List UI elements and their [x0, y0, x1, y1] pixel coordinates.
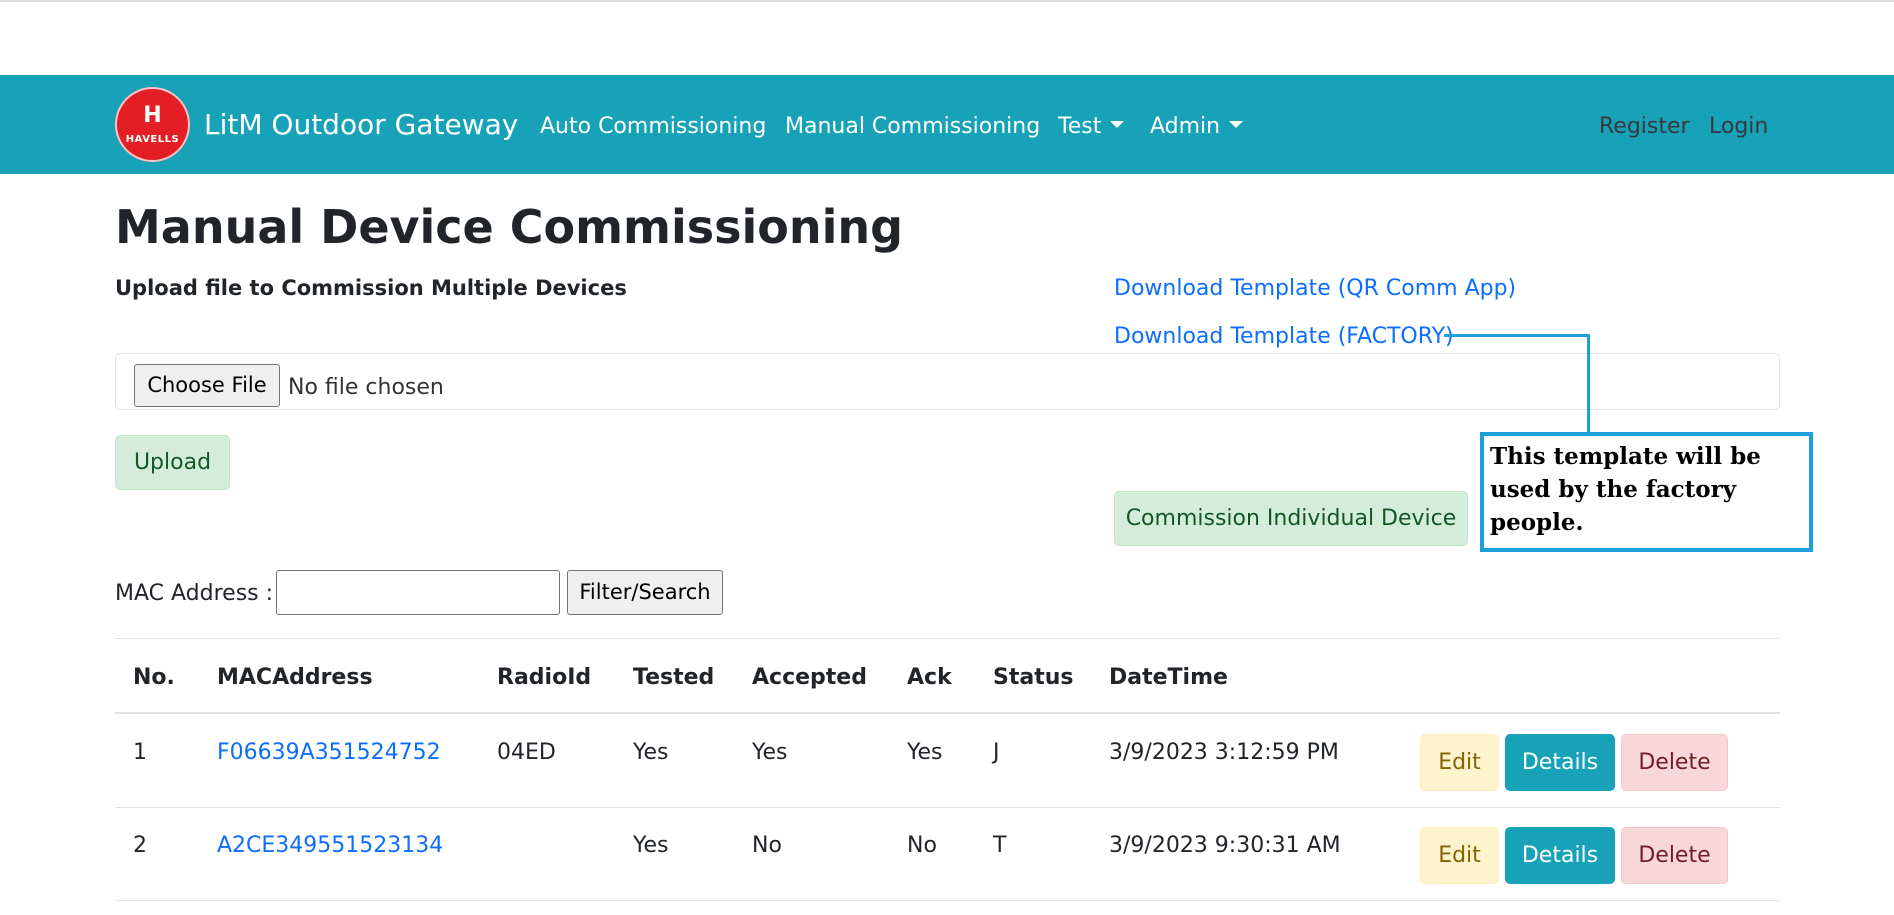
- choose-file-button[interactable]: Choose File: [134, 364, 280, 407]
- table-header-border: [115, 712, 1780, 714]
- column-header-mac: MACAddress: [217, 665, 373, 690]
- nav-admin-dropdown[interactable]: Admin: [1150, 114, 1244, 139]
- delete-button[interactable]: Delete: [1621, 827, 1728, 884]
- chevron-down-icon: [1229, 121, 1244, 128]
- navbar: H HAVELLS LitM Outdoor Gateway Auto Comm…: [0, 75, 1894, 174]
- commission-individual-device-button[interactable]: Commission Individual Device: [1114, 491, 1468, 546]
- upload-button[interactable]: Upload: [115, 435, 230, 490]
- chevron-down-icon: [1110, 121, 1125, 128]
- row-ack: No: [907, 833, 937, 858]
- annotation-callout: This template will be used by the factor…: [1480, 432, 1813, 552]
- row-status: J: [993, 740, 1000, 765]
- row-divider: [115, 900, 1780, 901]
- row-divider: [115, 807, 1780, 808]
- row-datetime: 3/9/2023 9:30:31 AM: [1109, 833, 1341, 858]
- column-header-ack: Ack: [907, 665, 952, 690]
- column-header-no: No.: [133, 665, 175, 690]
- mac-address-input[interactable]: [276, 570, 560, 615]
- mac-address-link[interactable]: A2CE349551523134: [217, 833, 443, 858]
- nav-auto-commissioning[interactable]: Auto Commissioning: [540, 114, 766, 139]
- havells-logo[interactable]: H HAVELLS: [115, 87, 190, 162]
- delete-button[interactable]: Delete: [1621, 734, 1728, 791]
- details-button[interactable]: Details: [1505, 734, 1615, 791]
- nav-test-label: Test: [1058, 114, 1102, 139]
- row-tested: Yes: [633, 740, 669, 765]
- brand-link[interactable]: LitM Outdoor Gateway: [204, 108, 518, 141]
- row-radioid: 04ED: [497, 740, 556, 765]
- upload-subtitle: Upload file to Commission Multiple Devic…: [115, 276, 627, 300]
- page-title: Manual Device Commissioning: [115, 200, 904, 254]
- mac-address-label: MAC Address :: [115, 581, 274, 606]
- row-accepted: No: [752, 833, 782, 858]
- file-upload-field: Choose File No file chosen: [115, 353, 1780, 410]
- row-no: 2: [133, 833, 147, 858]
- nav-admin-label: Admin: [1150, 114, 1221, 139]
- row-status: T: [993, 833, 1007, 858]
- filter-search-button[interactable]: Filter/Search: [567, 570, 723, 615]
- edit-button[interactable]: Edit: [1420, 734, 1499, 791]
- register-link[interactable]: Register: [1599, 114, 1690, 139]
- no-file-chosen-text: No file chosen: [288, 375, 444, 400]
- download-template-factory-link[interactable]: Download Template (FACTORY): [1114, 324, 1454, 349]
- annotation-connector-horizontal: [1444, 334, 1590, 337]
- download-template-qr-link[interactable]: Download Template (QR Comm App): [1114, 276, 1516, 301]
- column-header-tested: Tested: [633, 665, 715, 690]
- row-datetime: 3/9/2023 3:12:59 PM: [1109, 740, 1339, 765]
- column-header-radioid: RadioId: [497, 665, 592, 690]
- havells-logo-text: HAVELLS: [125, 134, 180, 145]
- nav-manual-commissioning[interactable]: Manual Commissioning: [785, 114, 1040, 139]
- table-top-border: [115, 638, 1780, 639]
- row-tested: Yes: [633, 833, 669, 858]
- mac-address-link[interactable]: F06639A351524752: [217, 740, 441, 765]
- row-no: 1: [133, 740, 147, 765]
- row-ack: Yes: [907, 740, 943, 765]
- login-link[interactable]: Login: [1709, 114, 1768, 139]
- row-accepted: Yes: [752, 740, 788, 765]
- annotation-connector-vertical: [1587, 334, 1590, 434]
- havells-logo-mark: H: [143, 103, 162, 128]
- details-button[interactable]: Details: [1505, 827, 1615, 884]
- top-border: [0, 0, 1894, 2]
- column-header-datetime: DateTime: [1109, 665, 1228, 690]
- nav-test-dropdown[interactable]: Test: [1058, 114, 1125, 139]
- column-header-accepted: Accepted: [752, 665, 867, 690]
- column-header-status: Status: [993, 665, 1074, 690]
- edit-button[interactable]: Edit: [1420, 827, 1499, 884]
